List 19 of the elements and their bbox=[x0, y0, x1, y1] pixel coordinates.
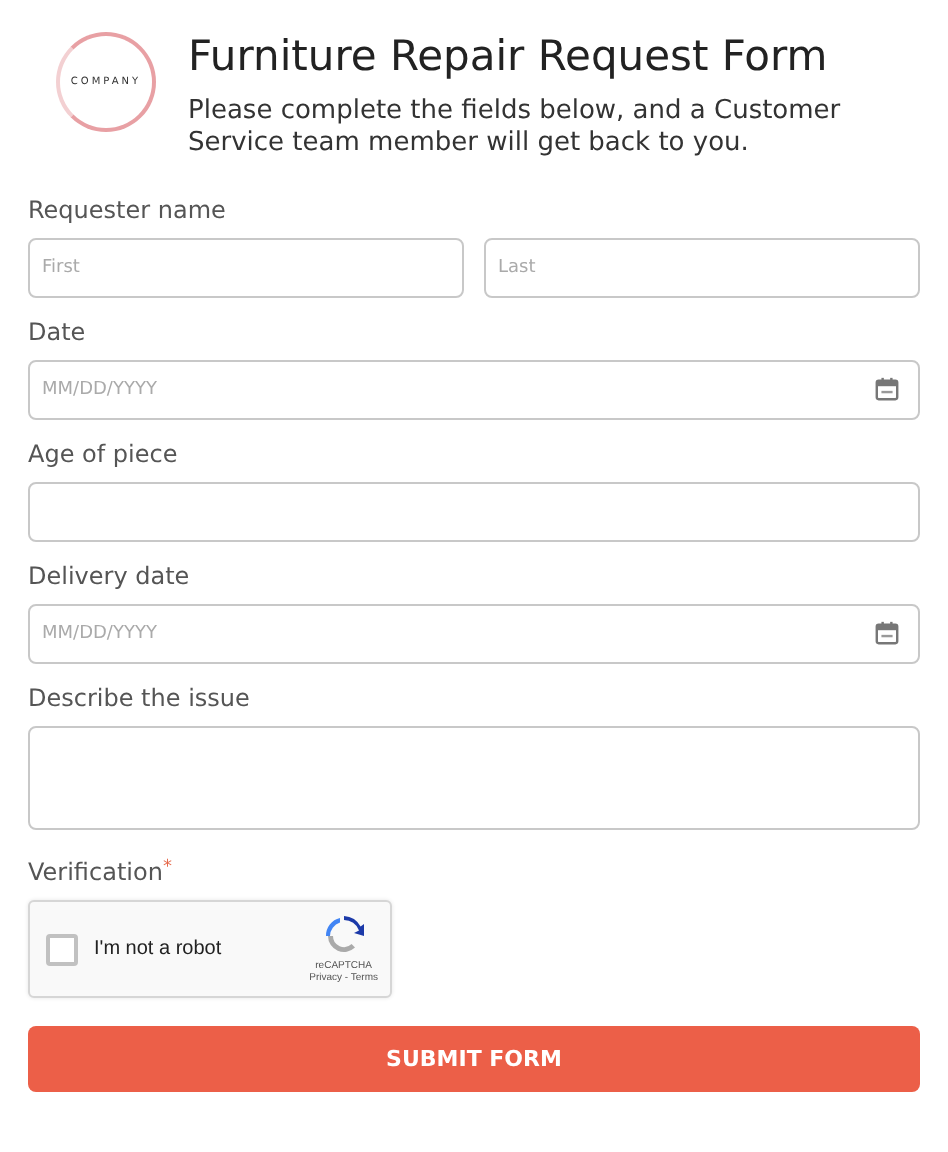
checkbox[interactable] bbox=[46, 933, 78, 965]
field-label: Date bbox=[28, 318, 88, 346]
checkbox-label: I'm not a robot bbox=[94, 938, 224, 960]
date-field[interactable]: MM/DD/YYYY bbox=[28, 604, 920, 664]
calendar-icon[interactable] bbox=[874, 620, 900, 646]
field-label: Requester name bbox=[28, 196, 228, 224]
date-field[interactable]: MM/DD/YYYY bbox=[28, 360, 920, 420]
input-field[interactable]: Last bbox=[484, 238, 920, 298]
text-area[interactable] bbox=[28, 726, 920, 830]
form-title: Furniture Repair Request Form bbox=[188, 32, 830, 80]
calendar-icon[interactable] bbox=[874, 376, 900, 402]
input-field[interactable]: First bbox=[28, 238, 464, 298]
field-label: Verification* bbox=[28, 858, 174, 886]
field-label: Describe the issue bbox=[28, 684, 252, 712]
input-field[interactable] bbox=[28, 482, 920, 542]
form-description: Please complete the fields below, and a Customer Service team member will get back to you. bbox=[188, 96, 843, 160]
recaptcha-icon bbox=[323, 915, 364, 955]
field-label: Delivery date bbox=[28, 562, 192, 590]
field-label: Age of piece bbox=[28, 440, 180, 468]
